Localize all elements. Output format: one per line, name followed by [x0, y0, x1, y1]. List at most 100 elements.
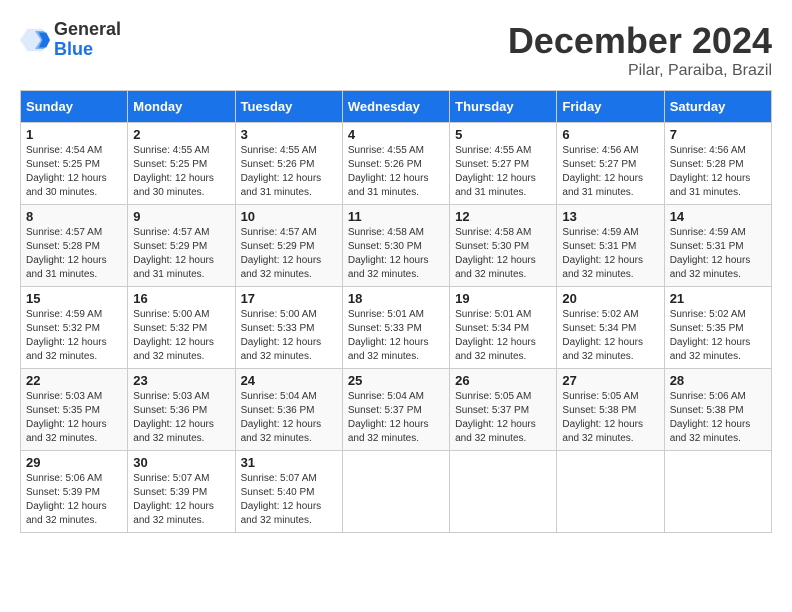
- day-number: 23: [133, 373, 229, 388]
- calendar-day-cell: 25 Sunrise: 5:04 AMSunset: 5:37 PMDaylig…: [342, 369, 449, 451]
- day-info: Sunrise: 5:01 AMSunset: 5:33 PMDaylight:…: [348, 308, 444, 364]
- day-number: 8: [26, 209, 122, 224]
- day-info: Sunrise: 5:04 AMSunset: 5:37 PMDaylight:…: [348, 390, 444, 446]
- logo: General Blue: [20, 20, 121, 60]
- day-info: Sunrise: 5:02 AMSunset: 5:34 PMDaylight:…: [562, 308, 658, 364]
- day-info: Sunrise: 4:59 AMSunset: 5:31 PMDaylight:…: [670, 226, 766, 282]
- calendar-day-cell: [557, 451, 664, 533]
- calendar-week-row: 1 Sunrise: 4:54 AMSunset: 5:25 PMDayligh…: [21, 123, 772, 205]
- day-number: 2: [133, 127, 229, 142]
- day-number: 7: [670, 127, 766, 142]
- calendar-day-cell: 15 Sunrise: 4:59 AMSunset: 5:32 PMDaylig…: [21, 287, 128, 369]
- calendar-day-cell: 4 Sunrise: 4:55 AMSunset: 5:26 PMDayligh…: [342, 123, 449, 205]
- day-info: Sunrise: 5:03 AMSunset: 5:36 PMDaylight:…: [133, 390, 229, 446]
- day-number: 9: [133, 209, 229, 224]
- day-info: Sunrise: 4:58 AMSunset: 5:30 PMDaylight:…: [455, 226, 551, 282]
- calendar-day-cell: 24 Sunrise: 5:04 AMSunset: 5:36 PMDaylig…: [235, 369, 342, 451]
- day-info: Sunrise: 5:01 AMSunset: 5:34 PMDaylight:…: [455, 308, 551, 364]
- title-section: December 2024 Pilar, Paraiba, Brazil: [508, 20, 772, 80]
- calendar-day-cell: 22 Sunrise: 5:03 AMSunset: 5:35 PMDaylig…: [21, 369, 128, 451]
- day-number: 26: [455, 373, 551, 388]
- day-info: Sunrise: 5:00 AMSunset: 5:33 PMDaylight:…: [241, 308, 337, 364]
- calendar-day-cell: 1 Sunrise: 4:54 AMSunset: 5:25 PMDayligh…: [21, 123, 128, 205]
- calendar-day-cell: 2 Sunrise: 4:55 AMSunset: 5:25 PMDayligh…: [128, 123, 235, 205]
- calendar-day-cell: 26 Sunrise: 5:05 AMSunset: 5:37 PMDaylig…: [450, 369, 557, 451]
- day-info: Sunrise: 4:55 AMSunset: 5:25 PMDaylight:…: [133, 144, 229, 200]
- day-info: Sunrise: 4:56 AMSunset: 5:28 PMDaylight:…: [670, 144, 766, 200]
- day-number: 17: [241, 291, 337, 306]
- calendar-day-cell: 9 Sunrise: 4:57 AMSunset: 5:29 PMDayligh…: [128, 205, 235, 287]
- day-info: Sunrise: 4:58 AMSunset: 5:30 PMDaylight:…: [348, 226, 444, 282]
- calendar-day-cell: 21 Sunrise: 5:02 AMSunset: 5:35 PMDaylig…: [664, 287, 771, 369]
- calendar-day-cell: [450, 451, 557, 533]
- calendar-day-cell: 27 Sunrise: 5:05 AMSunset: 5:38 PMDaylig…: [557, 369, 664, 451]
- calendar-header-row: SundayMondayTuesdayWednesdayThursdayFrid…: [21, 91, 772, 123]
- calendar-day-cell: 6 Sunrise: 4:56 AMSunset: 5:27 PMDayligh…: [557, 123, 664, 205]
- day-info: Sunrise: 5:06 AMSunset: 5:38 PMDaylight:…: [670, 390, 766, 446]
- day-number: 1: [26, 127, 122, 142]
- calendar-day-cell: 8 Sunrise: 4:57 AMSunset: 5:28 PMDayligh…: [21, 205, 128, 287]
- day-number: 25: [348, 373, 444, 388]
- page-header: General Blue December 2024 Pilar, Paraib…: [20, 20, 772, 80]
- calendar-table: SundayMondayTuesdayWednesdayThursdayFrid…: [20, 90, 772, 533]
- calendar-day-cell: 18 Sunrise: 5:01 AMSunset: 5:33 PMDaylig…: [342, 287, 449, 369]
- calendar-week-row: 29 Sunrise: 5:06 AMSunset: 5:39 PMDaylig…: [21, 451, 772, 533]
- day-number: 22: [26, 373, 122, 388]
- calendar-day-cell: 30 Sunrise: 5:07 AMSunset: 5:39 PMDaylig…: [128, 451, 235, 533]
- day-number: 21: [670, 291, 766, 306]
- calendar-day-cell: 3 Sunrise: 4:55 AMSunset: 5:26 PMDayligh…: [235, 123, 342, 205]
- day-info: Sunrise: 4:59 AMSunset: 5:32 PMDaylight:…: [26, 308, 122, 364]
- calendar-day-cell: [342, 451, 449, 533]
- day-info: Sunrise: 5:07 AMSunset: 5:39 PMDaylight:…: [133, 472, 229, 528]
- day-number: 16: [133, 291, 229, 306]
- day-number: 29: [26, 455, 122, 470]
- day-number: 3: [241, 127, 337, 142]
- calendar-day-cell: 10 Sunrise: 4:57 AMSunset: 5:29 PMDaylig…: [235, 205, 342, 287]
- calendar-day-cell: 16 Sunrise: 5:00 AMSunset: 5:32 PMDaylig…: [128, 287, 235, 369]
- day-number: 6: [562, 127, 658, 142]
- day-info: Sunrise: 5:02 AMSunset: 5:35 PMDaylight:…: [670, 308, 766, 364]
- day-of-week-header: Monday: [128, 91, 235, 123]
- day-info: Sunrise: 5:07 AMSunset: 5:40 PMDaylight:…: [241, 472, 337, 528]
- calendar-day-cell: 14 Sunrise: 4:59 AMSunset: 5:31 PMDaylig…: [664, 205, 771, 287]
- logo-general: General: [54, 20, 121, 40]
- logo-text: General Blue: [54, 20, 121, 60]
- calendar-week-row: 15 Sunrise: 4:59 AMSunset: 5:32 PMDaylig…: [21, 287, 772, 369]
- day-info: Sunrise: 4:54 AMSunset: 5:25 PMDaylight:…: [26, 144, 122, 200]
- day-number: 19: [455, 291, 551, 306]
- calendar-day-cell: 12 Sunrise: 4:58 AMSunset: 5:30 PMDaylig…: [450, 205, 557, 287]
- calendar-day-cell: 19 Sunrise: 5:01 AMSunset: 5:34 PMDaylig…: [450, 287, 557, 369]
- day-number: 11: [348, 209, 444, 224]
- day-info: Sunrise: 5:04 AMSunset: 5:36 PMDaylight:…: [241, 390, 337, 446]
- day-number: 15: [26, 291, 122, 306]
- day-number: 10: [241, 209, 337, 224]
- calendar-day-cell: 31 Sunrise: 5:07 AMSunset: 5:40 PMDaylig…: [235, 451, 342, 533]
- day-info: Sunrise: 5:00 AMSunset: 5:32 PMDaylight:…: [133, 308, 229, 364]
- day-number: 28: [670, 373, 766, 388]
- day-number: 18: [348, 291, 444, 306]
- day-number: 4: [348, 127, 444, 142]
- day-number: 31: [241, 455, 337, 470]
- logo-icon: [20, 25, 50, 55]
- day-of-week-header: Wednesday: [342, 91, 449, 123]
- day-info: Sunrise: 4:57 AMSunset: 5:29 PMDaylight:…: [133, 226, 229, 282]
- day-info: Sunrise: 4:55 AMSunset: 5:26 PMDaylight:…: [241, 144, 337, 200]
- day-info: Sunrise: 5:03 AMSunset: 5:35 PMDaylight:…: [26, 390, 122, 446]
- calendar-day-cell: 7 Sunrise: 4:56 AMSunset: 5:28 PMDayligh…: [664, 123, 771, 205]
- calendar-day-cell: 29 Sunrise: 5:06 AMSunset: 5:39 PMDaylig…: [21, 451, 128, 533]
- month-title: December 2024: [508, 20, 772, 62]
- day-of-week-header: Sunday: [21, 91, 128, 123]
- calendar-day-cell: [664, 451, 771, 533]
- location-subtitle: Pilar, Paraiba, Brazil: [508, 62, 772, 80]
- calendar-week-row: 22 Sunrise: 5:03 AMSunset: 5:35 PMDaylig…: [21, 369, 772, 451]
- day-number: 27: [562, 373, 658, 388]
- day-info: Sunrise: 5:05 AMSunset: 5:38 PMDaylight:…: [562, 390, 658, 446]
- day-info: Sunrise: 5:06 AMSunset: 5:39 PMDaylight:…: [26, 472, 122, 528]
- day-number: 20: [562, 291, 658, 306]
- calendar-day-cell: 23 Sunrise: 5:03 AMSunset: 5:36 PMDaylig…: [128, 369, 235, 451]
- logo-blue: Blue: [54, 40, 121, 60]
- calendar-day-cell: 20 Sunrise: 5:02 AMSunset: 5:34 PMDaylig…: [557, 287, 664, 369]
- calendar-day-cell: 5 Sunrise: 4:55 AMSunset: 5:27 PMDayligh…: [450, 123, 557, 205]
- calendar-day-cell: 17 Sunrise: 5:00 AMSunset: 5:33 PMDaylig…: [235, 287, 342, 369]
- day-info: Sunrise: 4:55 AMSunset: 5:26 PMDaylight:…: [348, 144, 444, 200]
